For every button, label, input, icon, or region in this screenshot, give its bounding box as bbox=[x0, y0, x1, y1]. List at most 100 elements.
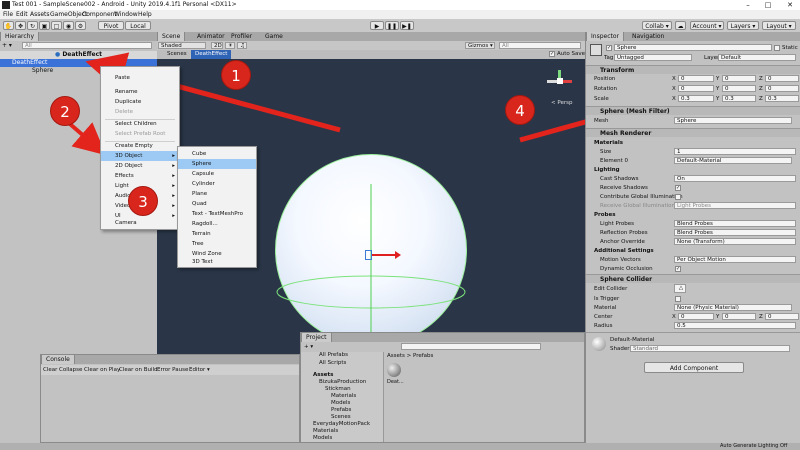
probes-header[interactable]: Probes bbox=[594, 212, 615, 218]
contribute-gi-checkbox[interactable] bbox=[675, 194, 681, 200]
tree-stickman[interactable]: Stickman bbox=[325, 386, 351, 392]
position-y[interactable]: 0 bbox=[722, 75, 756, 82]
submenu-item-tree[interactable]: Tree bbox=[178, 239, 256, 249]
reflection-probes-dropdown[interactable]: Blend Probes bbox=[674, 229, 796, 236]
lighting-header[interactable]: Lighting bbox=[594, 167, 620, 173]
submenu-item-ragdoll[interactable]: Ragdoll... bbox=[178, 219, 256, 229]
center-z[interactable]: 0 bbox=[765, 313, 799, 320]
scale-z[interactable]: 0.3 bbox=[765, 95, 799, 102]
tab-inspector[interactable]: Inspector bbox=[586, 32, 624, 41]
submenu-item-sphere[interactable]: Sphere bbox=[178, 159, 256, 169]
material-preview-section: Default-Material Shader Standard bbox=[586, 332, 800, 357]
tree-bizukaproduction[interactable]: BizukaProduction bbox=[319, 379, 366, 385]
console-editor-dropdown[interactable]: Editor ▾ bbox=[189, 367, 210, 373]
mesh-renderer-header[interactable]: Mesh Renderer bbox=[586, 128, 800, 137]
menu-item-3d-object[interactable]: 3D Object ▸ bbox=[101, 151, 179, 161]
object-active-checkbox[interactable]: ✓ bbox=[606, 45, 612, 51]
tag-dropdown[interactable]: Untagged bbox=[614, 54, 692, 61]
rotation-label: Rotation bbox=[594, 86, 618, 92]
menu-item-select-prefab-root[interactable]: Select Prefab Root bbox=[101, 129, 179, 139]
submenu-item-plane[interactable]: Plane bbox=[178, 189, 256, 199]
submenu-item-cylinder[interactable]: Cylinder bbox=[178, 179, 256, 189]
tree-everydaymotionpack[interactable]: EverydayMotionPack bbox=[313, 421, 370, 427]
position-z[interactable]: 0 bbox=[765, 75, 799, 82]
tree-materials[interactable]: Materials bbox=[331, 393, 356, 399]
receive-shadows-checkbox[interactable]: ✓ bbox=[675, 185, 681, 191]
sphere-collider-header[interactable]: Sphere Collider bbox=[586, 274, 800, 283]
is-trigger-checkbox[interactable] bbox=[675, 296, 681, 302]
rotation-z[interactable]: 0 bbox=[765, 85, 799, 92]
materials-header[interactable]: Materials bbox=[594, 140, 623, 146]
radius-field[interactable]: 0.5 bbox=[674, 322, 796, 329]
dynamic-occlusion-checkbox[interactable]: ✓ bbox=[675, 266, 681, 272]
menu-item-delete[interactable]: Delete bbox=[101, 107, 179, 117]
menu-item-create-empty[interactable]: Create Empty bbox=[101, 141, 179, 151]
tree-prefabs[interactable]: Prefabs bbox=[331, 407, 351, 413]
menu-item-paste[interactable]: Paste bbox=[101, 73, 179, 83]
tree-materials-2[interactable]: Materials bbox=[313, 428, 338, 434]
submenu-3d-object: Cube Sphere Capsule Cylinder Plane Quad … bbox=[177, 146, 257, 268]
menu-item-select-children[interactable]: Select Children bbox=[101, 119, 179, 129]
tree-models-2[interactable]: Models bbox=[313, 435, 332, 441]
asset-thumbnail[interactable] bbox=[387, 363, 401, 377]
tab-navigation[interactable]: Navigation bbox=[628, 32, 668, 41]
console-clear-on-play-button[interactable]: Clear on Play bbox=[84, 367, 120, 373]
rotation-x[interactable]: 0 bbox=[678, 85, 714, 92]
submenu-arrow-icon: ▸ bbox=[172, 193, 175, 199]
submenu-item-quad[interactable]: Quad bbox=[178, 199, 256, 209]
menu-item-camera[interactable]: Camera bbox=[101, 218, 179, 228]
material-field[interactable]: None (Physic Material) bbox=[674, 304, 792, 311]
menu-item-rename[interactable]: Rename bbox=[101, 87, 179, 97]
additional-settings-header[interactable]: Additional Settings bbox=[594, 248, 654, 254]
static-checkbox[interactable] bbox=[774, 45, 780, 51]
center-x[interactable]: 0 bbox=[678, 313, 714, 320]
project-add-button[interactable]: + ▾ bbox=[304, 344, 313, 350]
scale-y[interactable]: 0.3 bbox=[722, 95, 756, 102]
tab-console[interactable]: Console bbox=[41, 355, 75, 364]
position-x[interactable]: 0 bbox=[678, 75, 714, 82]
element0-field[interactable]: Default-Material bbox=[674, 157, 792, 164]
tab-project[interactable]: Project bbox=[301, 333, 332, 342]
edit-collider-button[interactable]: △ bbox=[674, 284, 686, 293]
motion-vectors-dropdown[interactable]: Per Object Motion bbox=[674, 256, 796, 263]
center-label: Center bbox=[594, 314, 613, 320]
cast-shadows-dropdown[interactable]: On bbox=[674, 175, 796, 182]
light-probes-dropdown[interactable]: Blend Probes bbox=[674, 220, 796, 227]
console-error-pause-button[interactable]: Error Pause bbox=[157, 367, 188, 373]
add-component-button[interactable]: Add Component bbox=[644, 362, 744, 373]
transform-header[interactable]: Transform bbox=[586, 65, 800, 74]
mesh-field[interactable]: Sphere bbox=[674, 117, 792, 124]
scale-x[interactable]: 0.3 bbox=[678, 95, 714, 102]
tree-assets[interactable]: Assets bbox=[313, 372, 333, 378]
submenu-arrow-icon: ▸ bbox=[172, 163, 175, 169]
tree-scenes[interactable]: Scenes bbox=[331, 414, 351, 420]
menu-item-duplicate[interactable]: Duplicate bbox=[101, 97, 179, 107]
project-search-input[interactable] bbox=[401, 343, 541, 350]
submenu-arrow-icon: ▸ bbox=[172, 183, 175, 189]
menu-item-2d-object[interactable]: 2D Object ▸ bbox=[101, 161, 179, 171]
submenu-item-terrain[interactable]: Terrain bbox=[178, 229, 256, 239]
anchor-override-field[interactable]: None (Transform) bbox=[674, 238, 796, 245]
console-clear-button[interactable]: Clear bbox=[43, 367, 57, 373]
receive-shadows-label: Receive Shadows bbox=[600, 185, 648, 191]
submenu-item-3d-text[interactable]: 3D Text bbox=[178, 257, 256, 267]
favorite-all-prefabs[interactable]: All Prefabs bbox=[319, 352, 348, 358]
console-clear-on-build-button[interactable]: Clear on Build bbox=[119, 367, 158, 373]
favorite-all-scripts[interactable]: All Scripts bbox=[319, 360, 346, 366]
center-y[interactable]: 0 bbox=[722, 313, 756, 320]
submenu-item-capsule[interactable]: Capsule bbox=[178, 169, 256, 179]
submenu-item-textmeshpro[interactable]: Text - TextMeshPro bbox=[178, 209, 256, 219]
menu-item-effects[interactable]: Effects ▸ bbox=[101, 171, 179, 181]
tree-models[interactable]: Models bbox=[331, 400, 350, 406]
status-text: Auto Generate Lighting Off bbox=[720, 443, 788, 449]
object-name-input[interactable]: Sphere bbox=[614, 44, 772, 51]
rotation-y[interactable]: 0 bbox=[722, 85, 756, 92]
mesh-filter-header[interactable]: Sphere (Mesh Filter) bbox=[586, 106, 800, 115]
size-field[interactable]: 1 bbox=[674, 148, 796, 155]
shader-dropdown[interactable]: Standard bbox=[630, 345, 790, 352]
receive-gi-dropdown[interactable]: Light Probes bbox=[674, 202, 796, 209]
anchor-override-label: Anchor Override bbox=[600, 239, 645, 245]
submenu-item-cube[interactable]: Cube bbox=[178, 149, 256, 159]
layer-dropdown[interactable]: Default bbox=[718, 54, 796, 61]
console-collapse-button[interactable]: Collapse bbox=[59, 367, 82, 373]
